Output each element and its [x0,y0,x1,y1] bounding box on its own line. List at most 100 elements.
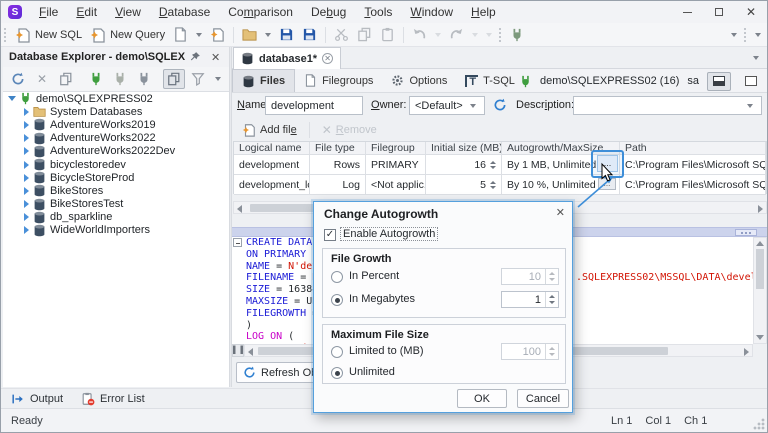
limited-to-radio[interactable] [331,346,343,358]
connect-tool-button[interactable] [109,69,131,89]
redo-dropdown[interactable] [472,32,479,37]
paste-button[interactable] [376,25,399,45]
tree-item-db[interactable]: bicyclestoredev [3,158,229,171]
collapsed-arrow-icon[interactable] [24,107,29,116]
collapsed-arrow-icon[interactable] [24,200,29,209]
size-stepper[interactable] [490,160,496,169]
tab-error-list[interactable]: Error List [81,392,145,406]
explorer-refresh-button[interactable] [7,69,29,89]
document-list-dropdown[interactable] [753,56,759,60]
resize-grip[interactable] [753,418,765,430]
toolbar-grip-right[interactable] [744,28,746,42]
tab-filegroups[interactable]: Filegroups [295,69,382,92]
col-file-type[interactable]: File type [310,142,366,155]
collapsed-arrow-icon[interactable] [24,213,29,222]
collapsed-arrow-icon[interactable] [24,147,29,156]
explorer-duplicate-button[interactable] [55,69,77,89]
col-initial-size[interactable]: Initial size (MB) [426,142,502,155]
collapsed-arrow-icon[interactable] [24,120,29,129]
owner-refresh-button[interactable] [493,98,507,112]
autogrowth-ellipsis-button-row2[interactable]: ... [598,178,616,190]
history-dropdown[interactable] [486,32,493,37]
collapsed-arrow-icon[interactable] [24,173,29,182]
name-input[interactable]: development [265,96,363,115]
menu-window[interactable]: Window [401,1,462,23]
percent-stepper[interactable]: 10 [501,268,559,285]
tree-item-db[interactable]: BikeStores [3,184,229,197]
new-document-dropdown[interactable] [196,32,203,37]
filter-button[interactable] [187,69,209,89]
tree-item-db[interactable]: AdventureWorks2019 [3,118,229,131]
tree-item-db[interactable]: AdventureWorks2022Dev [3,145,229,158]
in-megabytes-label[interactable]: In Megabytes [349,293,415,305]
undo-dropdown[interactable] [435,32,442,37]
toolbar-overflow-dropdown[interactable] [731,33,737,37]
ok-button[interactable]: OK [457,389,507,408]
menu-comparison[interactable]: Comparison [219,1,302,23]
maximize-button[interactable] [703,1,735,23]
col-filegroup[interactable]: Filegroup [366,142,426,155]
pin-icon[interactable] [189,51,201,63]
pane-split-button[interactable]: ▌▐ [232,344,244,357]
documents-view-button[interactable] [163,69,185,89]
explorer-delete-button[interactable]: ✕ [31,69,53,89]
limited-stepper[interactable]: 100 [501,343,559,360]
toolbar-options-dropdown[interactable] [755,33,761,37]
cancel-button[interactable]: Cancel [517,389,569,408]
tree-item-db[interactable]: WideWorldImporters [3,224,229,237]
collapsed-arrow-icon[interactable] [24,226,29,235]
menu-help[interactable]: Help [462,1,505,23]
connection-user[interactable]: sa [687,75,699,87]
tree-item-db[interactable]: BicycleStoreProd [3,171,229,184]
full-view-button[interactable] [739,72,763,91]
tab-database1[interactable]: database1* ✕ [233,47,342,69]
megabytes-stepper[interactable]: 1 [501,291,559,308]
open-button[interactable] [238,25,261,45]
remove-button[interactable]: ✕ Remove [318,120,381,140]
undo-button[interactable] [408,25,431,45]
redo-button[interactable] [445,25,468,45]
open-dropdown[interactable] [265,32,272,37]
toolbar-grip[interactable] [4,27,6,42]
split-view-button[interactable] [707,71,731,91]
explorer-toolbar-dropdown[interactable] [215,77,221,81]
col-path[interactable]: Path [620,142,766,155]
code-fold-icon[interactable] [233,238,242,247]
limited-to-label[interactable]: Limited to (MB) [349,345,424,357]
enable-autogrowth-checkbox[interactable] [324,229,336,241]
splitter-collapse-handle[interactable] [735,229,757,236]
sql-vertical-scrollbar[interactable] [753,237,767,344]
tab-files[interactable]: Files [232,69,296,92]
scroll-left-icon[interactable] [248,348,253,356]
tree-item-db[interactable]: AdventureWorks2022 [3,132,229,145]
menu-view[interactable]: View [106,1,150,23]
description-input[interactable] [573,96,762,115]
autogrowth-ellipsis-button[interactable]: ... [597,155,618,172]
expanded-arrow-icon[interactable] [8,96,16,102]
tree-item-db[interactable]: db_sparkline [3,211,229,224]
tree-server-node[interactable]: demo\SQLEXPRESS02 [3,92,229,105]
owner-select[interactable]: <Default> [409,96,485,115]
tab-tsql[interactable]: T T-SQL [456,69,524,92]
scroll-right-icon[interactable] [758,205,763,213]
table-row[interactable]: development_log Log <Not applic... 5 By … [234,175,766,195]
menu-tools[interactable]: Tools [355,1,401,23]
minimize-button[interactable] [671,1,703,23]
new-sql-button[interactable]: New SQL [11,25,86,45]
tab-options[interactable]: Options [382,69,456,92]
tab-close-icon[interactable]: ✕ [322,53,334,64]
in-megabytes-radio[interactable] [331,294,343,306]
connect-button[interactable] [506,25,528,45]
new-connection-button[interactable] [206,25,229,45]
enable-autogrowth-label[interactable]: Enable Autogrowth [339,227,439,241]
scroll-up-icon[interactable] [756,241,764,246]
unlimited-label[interactable]: Unlimited [349,366,395,378]
menu-edit[interactable]: Edit [67,1,106,23]
new-connection-tool-button[interactable] [85,69,107,89]
col-logical-name[interactable]: Logical name [234,142,310,155]
disconnect-tool-button[interactable] [133,69,155,89]
collapsed-arrow-icon[interactable] [24,186,29,195]
save-all-button[interactable] [298,25,321,45]
table-row[interactable]: development Rows PRIMARY 16 By 1 MB, Unl… [234,155,766,175]
save-button[interactable] [275,25,298,45]
